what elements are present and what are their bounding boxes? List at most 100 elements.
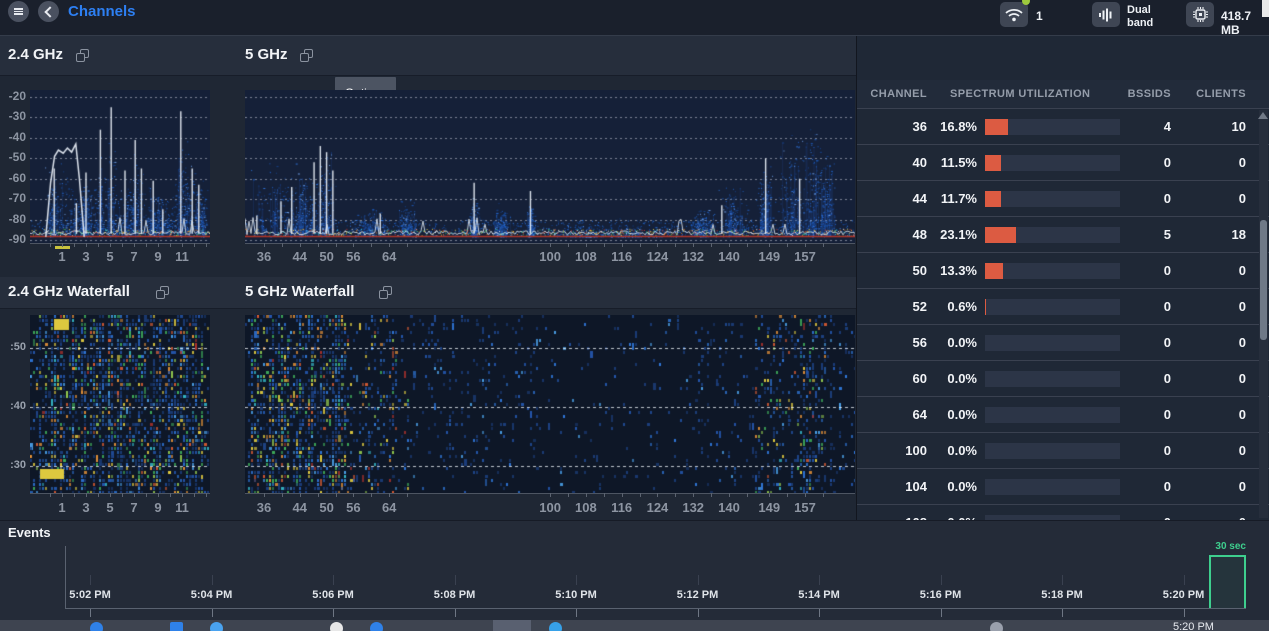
taskbar-app-icon[interactable]: [549, 622, 562, 631]
spectrum-mode-button[interactable]: [1092, 2, 1120, 27]
cell-utilization: 0.0%: [927, 443, 977, 458]
cell-clients: 0: [1171, 443, 1246, 458]
x-axis-tick-label: 132: [682, 500, 704, 515]
utilization-bar-track: [985, 119, 1120, 135]
axis-tick: [336, 243, 337, 247]
table-row[interactable]: 4411.7%00: [857, 181, 1269, 217]
axis-tick: [318, 243, 319, 247]
axis-tick: [74, 493, 75, 497]
cell-bssids: 0: [1120, 443, 1171, 458]
axis-tick: [407, 493, 408, 497]
axis-tick: [182, 493, 183, 497]
y-axis-tick-label: -50: [0, 150, 26, 164]
timeline-tick: [212, 575, 213, 585]
x-axis-tick-label: 108: [575, 249, 597, 264]
cell-utilization: 0.0%: [927, 479, 977, 494]
wifi-icon: [1005, 8, 1023, 22]
axis-tick: [640, 493, 641, 497]
timeline-tick: [1184, 609, 1185, 617]
axis-tick: [122, 243, 123, 247]
taskbar-app-icon[interactable]: [370, 622, 383, 631]
taskbar-app-icon[interactable]: [330, 622, 343, 631]
x-axis-tick-label: 1: [58, 249, 65, 264]
timeline-time-label: 5:20 PM: [1163, 589, 1205, 601]
axis-tick: [805, 493, 806, 497]
x-axis-tick-label: 108: [575, 500, 597, 515]
timeline-tick: [1062, 575, 1063, 585]
taskbar-app-icon[interactable]: [170, 622, 183, 631]
waterfall-24ghz-x-axis: [30, 493, 210, 494]
axis-tick: [194, 493, 195, 497]
taskbar-app-icon[interactable]: [990, 622, 1003, 631]
cell-bssids: 0: [1120, 155, 1171, 170]
axis-tick: [787, 493, 788, 497]
y-axis-tick-label: -60: [0, 171, 26, 185]
timeline-tick: [455, 609, 456, 617]
x-axis-tick-label: 100: [539, 249, 561, 264]
axis-tick: [693, 493, 694, 497]
cell-clients: 0: [1171, 371, 1246, 386]
axis-tick: [747, 493, 748, 497]
table-row[interactable]: 640.0%00: [857, 397, 1269, 433]
axis-tick: [194, 243, 195, 247]
scroll-up-arrow-icon[interactable]: [1258, 112, 1268, 119]
cell-channel: 44: [857, 191, 927, 206]
copy-24ghz-chart-button[interactable]: [76, 49, 89, 62]
taskbar-active-app[interactable]: [493, 620, 531, 631]
cell-clients: 0: [1171, 407, 1246, 422]
taskbar-app-icon[interactable]: [90, 622, 103, 631]
copy-5ghz-chart-button[interactable]: [300, 49, 313, 62]
memory-button[interactable]: [1186, 2, 1214, 27]
axis-tick: [675, 243, 676, 247]
x-axis-tick-label: 44: [293, 500, 307, 515]
cell-utilization: 0.6%: [927, 299, 977, 314]
window-scrollbar-fragment[interactable]: [1262, 0, 1269, 17]
copy-24ghz-waterfall-button[interactable]: [156, 286, 169, 299]
utilization-bar-track: [985, 479, 1120, 495]
table-row[interactable]: 4823.1%518: [857, 217, 1269, 253]
cell-clients: 0: [1171, 299, 1246, 314]
axis-tick: [622, 493, 623, 497]
spectrum-5ghz-canvas: [245, 90, 855, 243]
axis-tick: [747, 243, 748, 247]
timeline-tick: [819, 575, 820, 585]
x-axis-tick-label: 1: [58, 500, 65, 515]
table-row[interactable]: 1000.0%00: [857, 433, 1269, 469]
channels-table-header: CHANNEL SPECTRUM UTILIZATION BSSIDS CLIE…: [857, 80, 1269, 109]
x-axis-tick-label: 157: [794, 249, 816, 264]
cell-clients: 18: [1171, 227, 1246, 242]
wifi-adapter-button[interactable]: [1000, 2, 1028, 27]
x-axis-tick-label: 7: [130, 500, 137, 515]
table-row[interactable]: 5013.3%00: [857, 253, 1269, 289]
x-axis-tick-label: 56: [346, 249, 360, 264]
timeline-time-label: 5:16 PM: [920, 589, 962, 601]
back-icon[interactable]: [38, 1, 59, 22]
table-scrollbar-thumb[interactable]: [1260, 220, 1267, 340]
x-axis-tick-label: 116: [611, 500, 632, 515]
table-row[interactable]: 1080.0%00: [857, 505, 1269, 520]
taskbar-app-icon[interactable]: [210, 622, 223, 631]
axis-tick: [787, 243, 788, 247]
timeline-selection-region[interactable]: [1209, 555, 1246, 608]
x-axis-tick-label: 50: [319, 249, 333, 264]
table-row[interactable]: 3616.8%410: [857, 109, 1269, 145]
table-row[interactable]: 600.0%00: [857, 361, 1269, 397]
status-dot: [1022, 0, 1030, 5]
column-header-channel[interactable]: CHANNEL: [857, 88, 927, 100]
cell-utilization: 0.0%: [927, 335, 977, 350]
cell-clients: 0: [1171, 155, 1246, 170]
axis-tick: [206, 243, 207, 247]
column-header-bssids[interactable]: BSSIDS: [1120, 88, 1171, 100]
table-row[interactable]: 520.6%00: [857, 289, 1269, 325]
table-row[interactable]: 560.0%00: [857, 325, 1269, 361]
copy-5ghz-waterfall-button[interactable]: [379, 286, 392, 299]
menu-icon[interactable]: [8, 1, 29, 22]
table-row[interactable]: 1040.0%00: [857, 469, 1269, 505]
y-axis-tick-label: -70: [0, 191, 26, 205]
column-header-clients[interactable]: CLIENTS: [1171, 88, 1246, 100]
y-axis-tick-label: -80: [0, 212, 26, 226]
table-row[interactable]: 4011.5%00: [857, 145, 1269, 181]
utilization-bar-fill: [985, 227, 1016, 243]
column-header-utilization[interactable]: SPECTRUM UTILIZATION: [927, 88, 1120, 100]
timeline-tick: [333, 575, 334, 585]
